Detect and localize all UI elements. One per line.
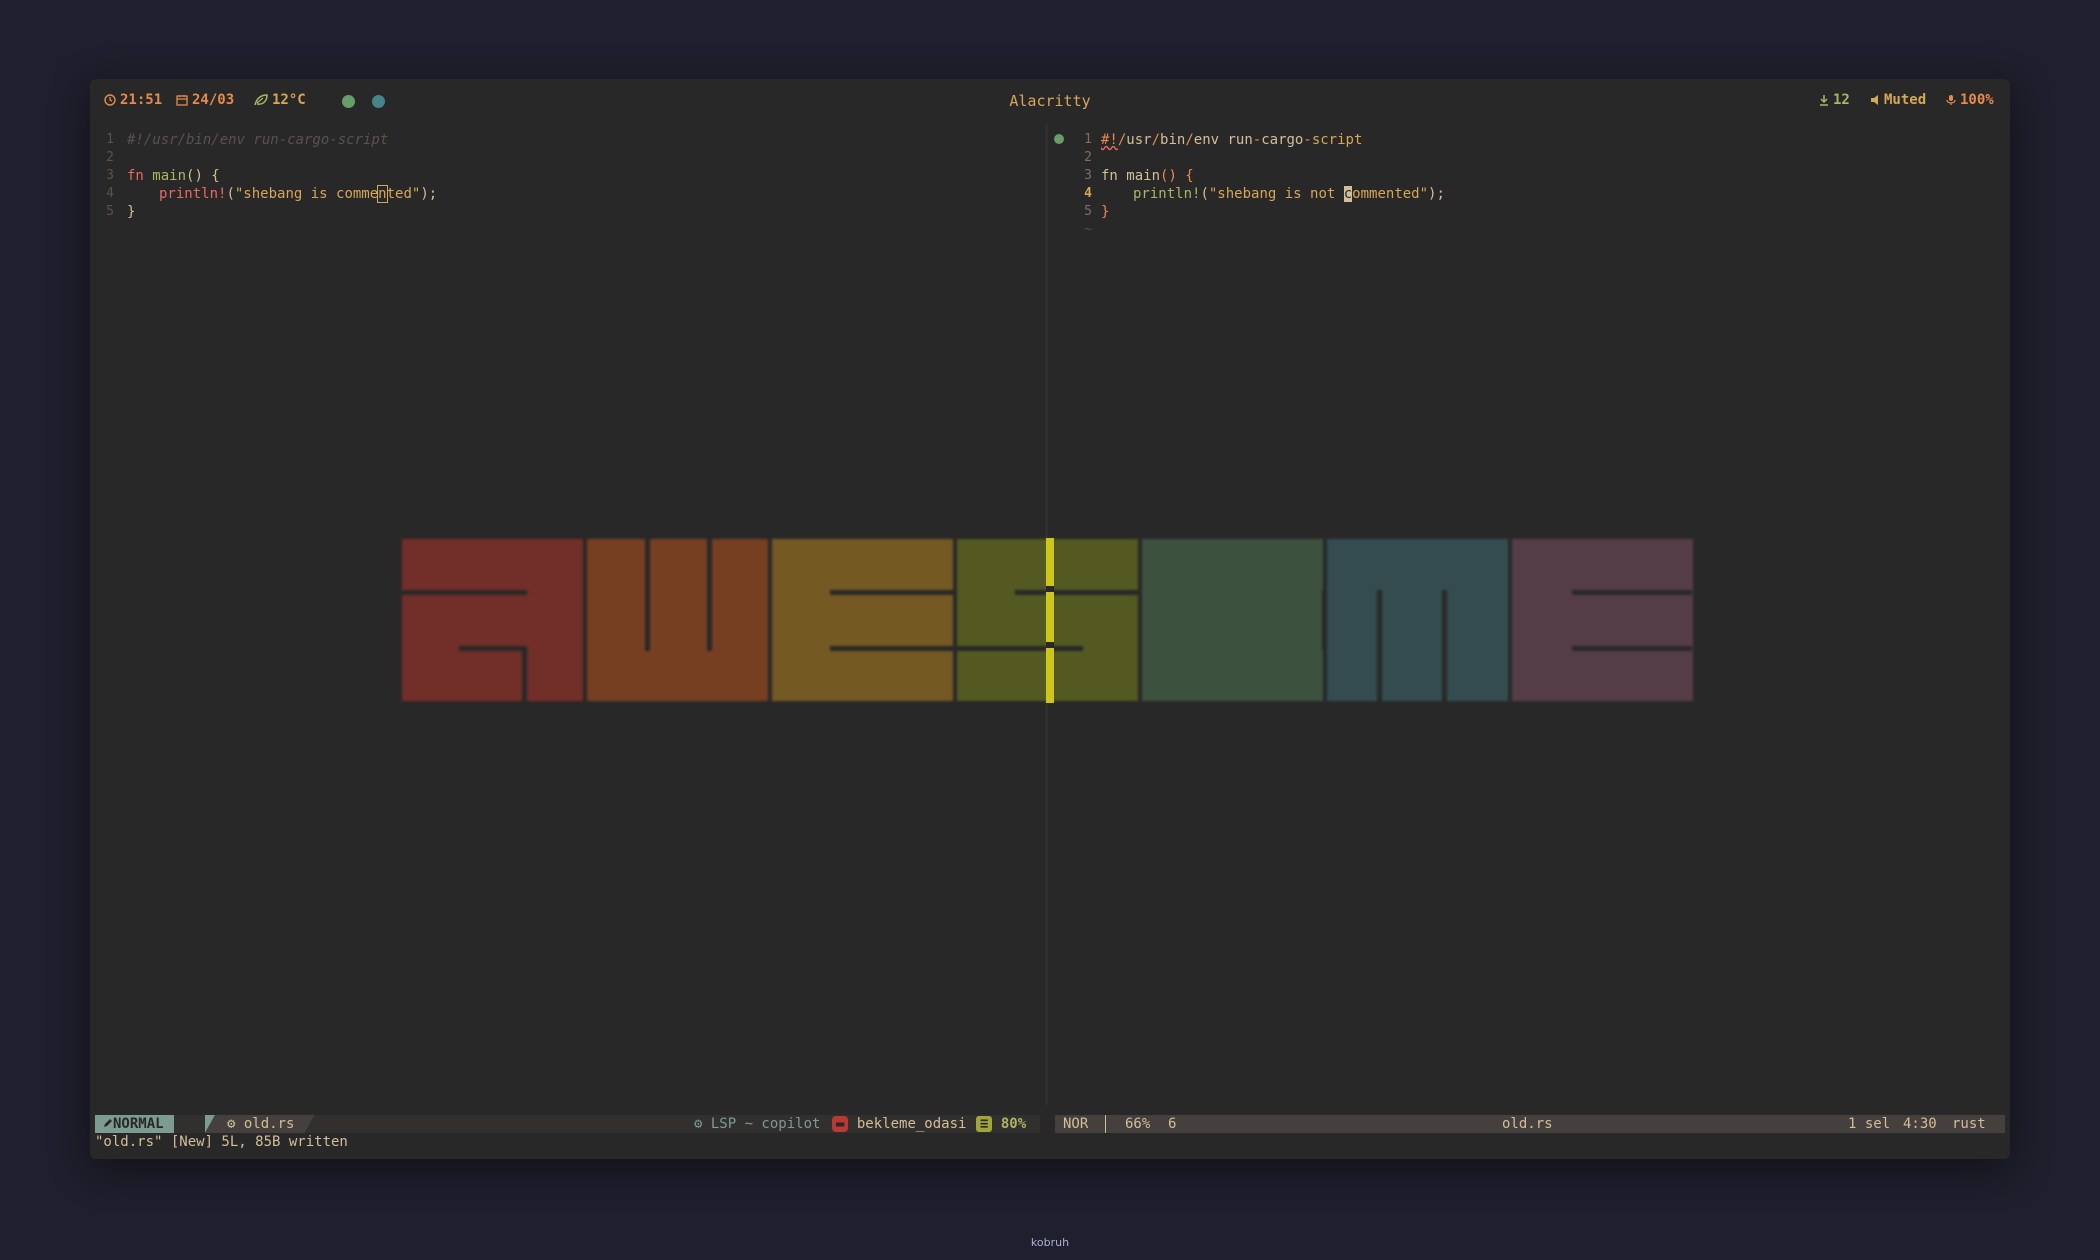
alacritty-window: 21:51 24/03 12°C Alacritty 12 Muted 100%… <box>90 79 2010 1159</box>
logo-block-e <box>772 539 953 701</box>
top-bar: 21:51 24/03 12°C Alacritty 12 Muted 100% <box>90 79 2010 125</box>
line-number: 1 <box>1084 132 1092 147</box>
code-line-4: println!("shebang is not commented"); <box>1133 186 1445 202</box>
code-line-3: fn main() { <box>1101 168 1194 184</box>
selection-count: 1 sel <box>1848 1116 1891 1132</box>
lsp-status[interactable]: ⚙ LSP ~ copilot <box>694 1115 820 1133</box>
battery: 100% <box>1946 92 1994 108</box>
pencil-icon <box>104 1119 112 1127</box>
file-name-left[interactable]: ⚙ old.rs <box>205 1115 314 1133</box>
download-icon <box>1820 95 1828 106</box>
logo-block-o <box>1142 539 1323 701</box>
rust-file-icon: ⚙ <box>227 1116 244 1132</box>
logo-block-m <box>1327 539 1508 701</box>
file-name-right[interactable]: old.rs <box>1502 1115 1553 1133</box>
line-number: 2 <box>1084 150 1092 165</box>
line-number-current: 4 <box>1084 186 1092 201</box>
logo-caret <box>1046 538 1054 703</box>
code-line-5: } <box>1101 204 1110 220</box>
line-number: 5 <box>1084 204 1092 219</box>
scroll-percent-right: 66% <box>1125 1116 1151 1132</box>
window-title: Alacritty <box>1009 92 1091 110</box>
cursor-position: 4:30 <box>1903 1116 1937 1132</box>
speaker-icon <box>1871 95 1878 105</box>
scroll-percent-left: ≡ 80% <box>976 1115 1026 1133</box>
language: rust <box>1952 1116 1986 1132</box>
logo-block-e2 <box>1512 539 1693 701</box>
command-message: "old.rs" [New] 5L, 85B written <box>95 1134 348 1150</box>
line-number: 3 <box>1084 168 1092 183</box>
volume[interactable]: Muted <box>1870 92 1926 108</box>
downloads: 12 <box>1819 92 1850 108</box>
text-cursor: n <box>377 185 388 203</box>
line-number: 4 <box>106 186 114 201</box>
count: 6 <box>1168 1116 1177 1132</box>
line-number: 3 <box>106 168 114 183</box>
code-line-4: println!("shebang is commented"); <box>159 185 438 203</box>
lines-icon: ≡ <box>976 1116 993 1132</box>
empty-line-marker: ~ <box>1084 222 1092 237</box>
diagnostic-dot-icon <box>1054 134 1064 144</box>
line-number: 5 <box>106 204 114 219</box>
text-cursor: c <box>1343 186 1353 202</box>
folder-icon: ▬ <box>832 1116 849 1132</box>
line-number: 1 <box>106 132 114 147</box>
code-line-1: #!/usr/bin/env run-cargo-script <box>127 132 389 148</box>
line-number: 2 <box>106 150 114 165</box>
logo-block-w <box>587 539 768 701</box>
desktop-label: kobruh <box>1030 1236 1070 1249</box>
mode-indicator-right: NOR <box>1063 1116 1089 1132</box>
code-line-3: fn main() { <box>127 168 220 184</box>
status-separator <box>1105 1115 1106 1133</box>
code-line-1: #!/usr/bin/env run-cargo-script <box>1101 132 1363 148</box>
gears-icon: ⚙ <box>694 1116 711 1132</box>
logo-block-a <box>402 539 583 701</box>
code-line-5: } <box>127 204 136 220</box>
git-branch[interactable]: ▬ bekleme_odasi <box>832 1115 966 1133</box>
mode-indicator: NORMAL <box>95 1115 174 1133</box>
microphone-icon <box>1946 95 1956 105</box>
